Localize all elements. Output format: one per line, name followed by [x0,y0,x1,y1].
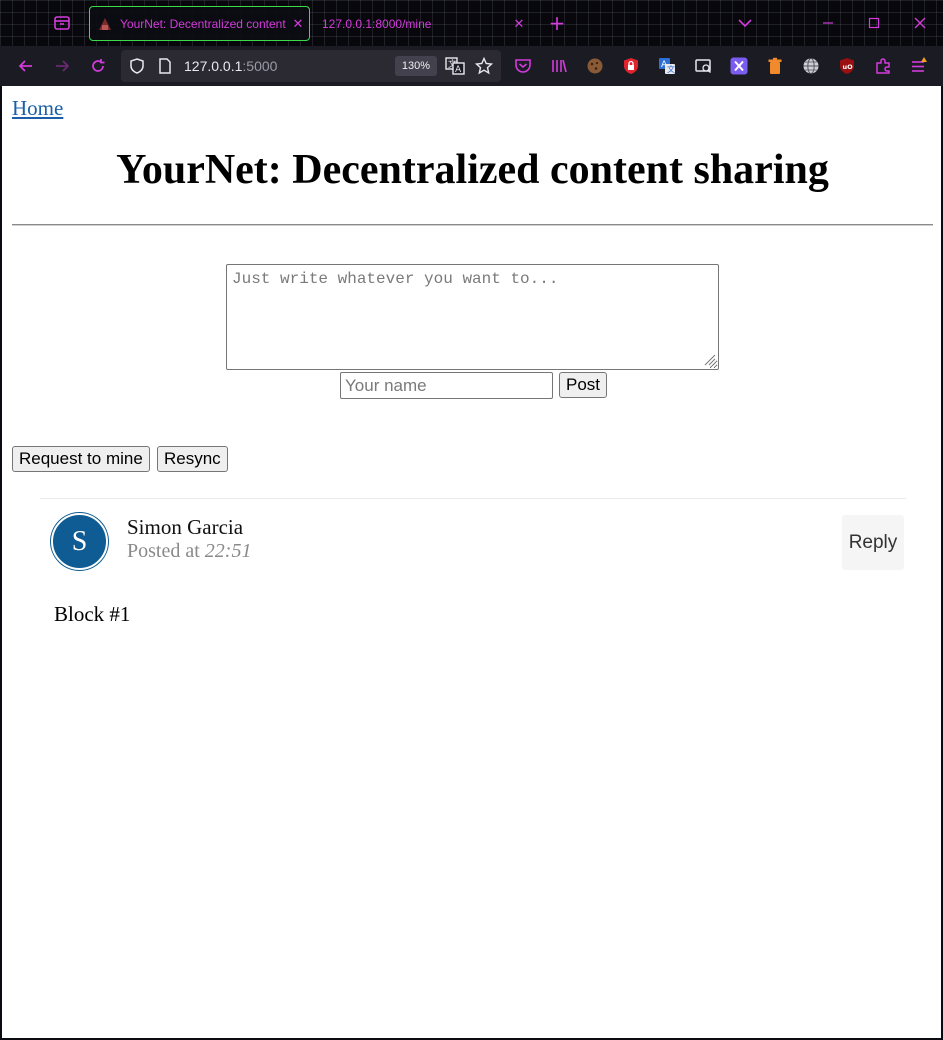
request-to-mine-button[interactable]: Request to mine [12,446,150,472]
ublock-icon[interactable]: uO [835,54,859,78]
post-textarea[interactable] [226,264,719,370]
post-author: Simon Garcia [127,515,244,539]
tab-close-icon[interactable]: ✕ [508,16,530,32]
forward-icon[interactable] [50,54,74,78]
window-close-icon[interactable] [907,10,933,36]
tab-bar: YourNet: Decentralized content sharing ✕… [0,0,943,46]
reply-button[interactable]: Reply [842,515,904,570]
tab-active[interactable]: YourNet: Decentralized content sharing ✕ [89,6,310,41]
svg-text:uO: uO [843,63,854,71]
name-input[interactable] [340,372,553,399]
translate-icon[interactable]: A文 [655,54,679,78]
tab-close-icon[interactable]: ✕ [287,16,309,32]
yournet-favicon-icon [98,17,112,31]
post-time: 22:51 [204,540,252,562]
tab-title: 127.0.0.1:8000/mine [322,16,432,31]
posted-at-label: Posted at [127,540,200,562]
library-icon[interactable] [547,54,571,78]
translate-page-icon[interactable]: 文A [445,56,465,81]
pocket-icon[interactable] [511,54,535,78]
reload-icon[interactable] [86,54,110,78]
page-title: YourNet: Decentralized content sharing [116,147,829,193]
svg-text:文: 文 [667,64,675,74]
page-viewport: Home YourNet: Decentralized content shar… [2,86,941,1038]
lock-shield-icon[interactable] [619,54,643,78]
shield-icon[interactable] [129,58,145,79]
screenshot-icon[interactable] [691,54,715,78]
page-icon[interactable] [158,58,172,79]
new-tab-icon[interactable]: + [546,12,568,34]
globe-icon[interactable] [799,54,823,78]
firefox-view-icon[interactable] [50,11,74,35]
tab-title: YourNet: Decentralized content sharing [120,16,287,31]
post-timestamp: Posted at 22:51 [127,540,251,563]
url-bar[interactable]: 127.0.0.1:5000 130% 文A [121,50,501,82]
menu-icon[interactable] [907,54,931,78]
avatar: S [51,513,108,570]
x-extension-icon[interactable] [727,54,751,78]
navigation-toolbar: 127.0.0.1:5000 130% 文A A文 uO [0,46,943,86]
divider [12,224,933,226]
post-button[interactable]: Post [559,372,608,398]
post-content: Block #1 [54,602,131,626]
bookmark-star-icon[interactable] [474,56,494,80]
puzzle-icon[interactable] [871,54,895,78]
svg-text:A: A [455,65,462,75]
tab-list-chevron-icon[interactable] [732,10,758,36]
back-icon[interactable] [14,54,38,78]
home-link[interactable]: Home [12,96,63,121]
url-port: :5000 [242,58,278,74]
post-card: S Simon Garcia Posted at 22:51 Reply Blo… [40,498,906,638]
trash-icon[interactable] [763,54,787,78]
minimize-icon[interactable] [815,10,841,36]
resync-button[interactable]: Resync [157,446,228,472]
zoom-badge[interactable]: 130% [395,56,437,76]
tab-inactive[interactable]: 127.0.0.1:8000/mine ✕ [314,6,530,41]
maximize-icon[interactable] [861,10,887,36]
url-text[interactable]: 127.0.0.1:5000 [184,58,277,74]
url-host: 127.0.0.1 [184,58,243,74]
cookie-icon[interactable] [583,54,607,78]
